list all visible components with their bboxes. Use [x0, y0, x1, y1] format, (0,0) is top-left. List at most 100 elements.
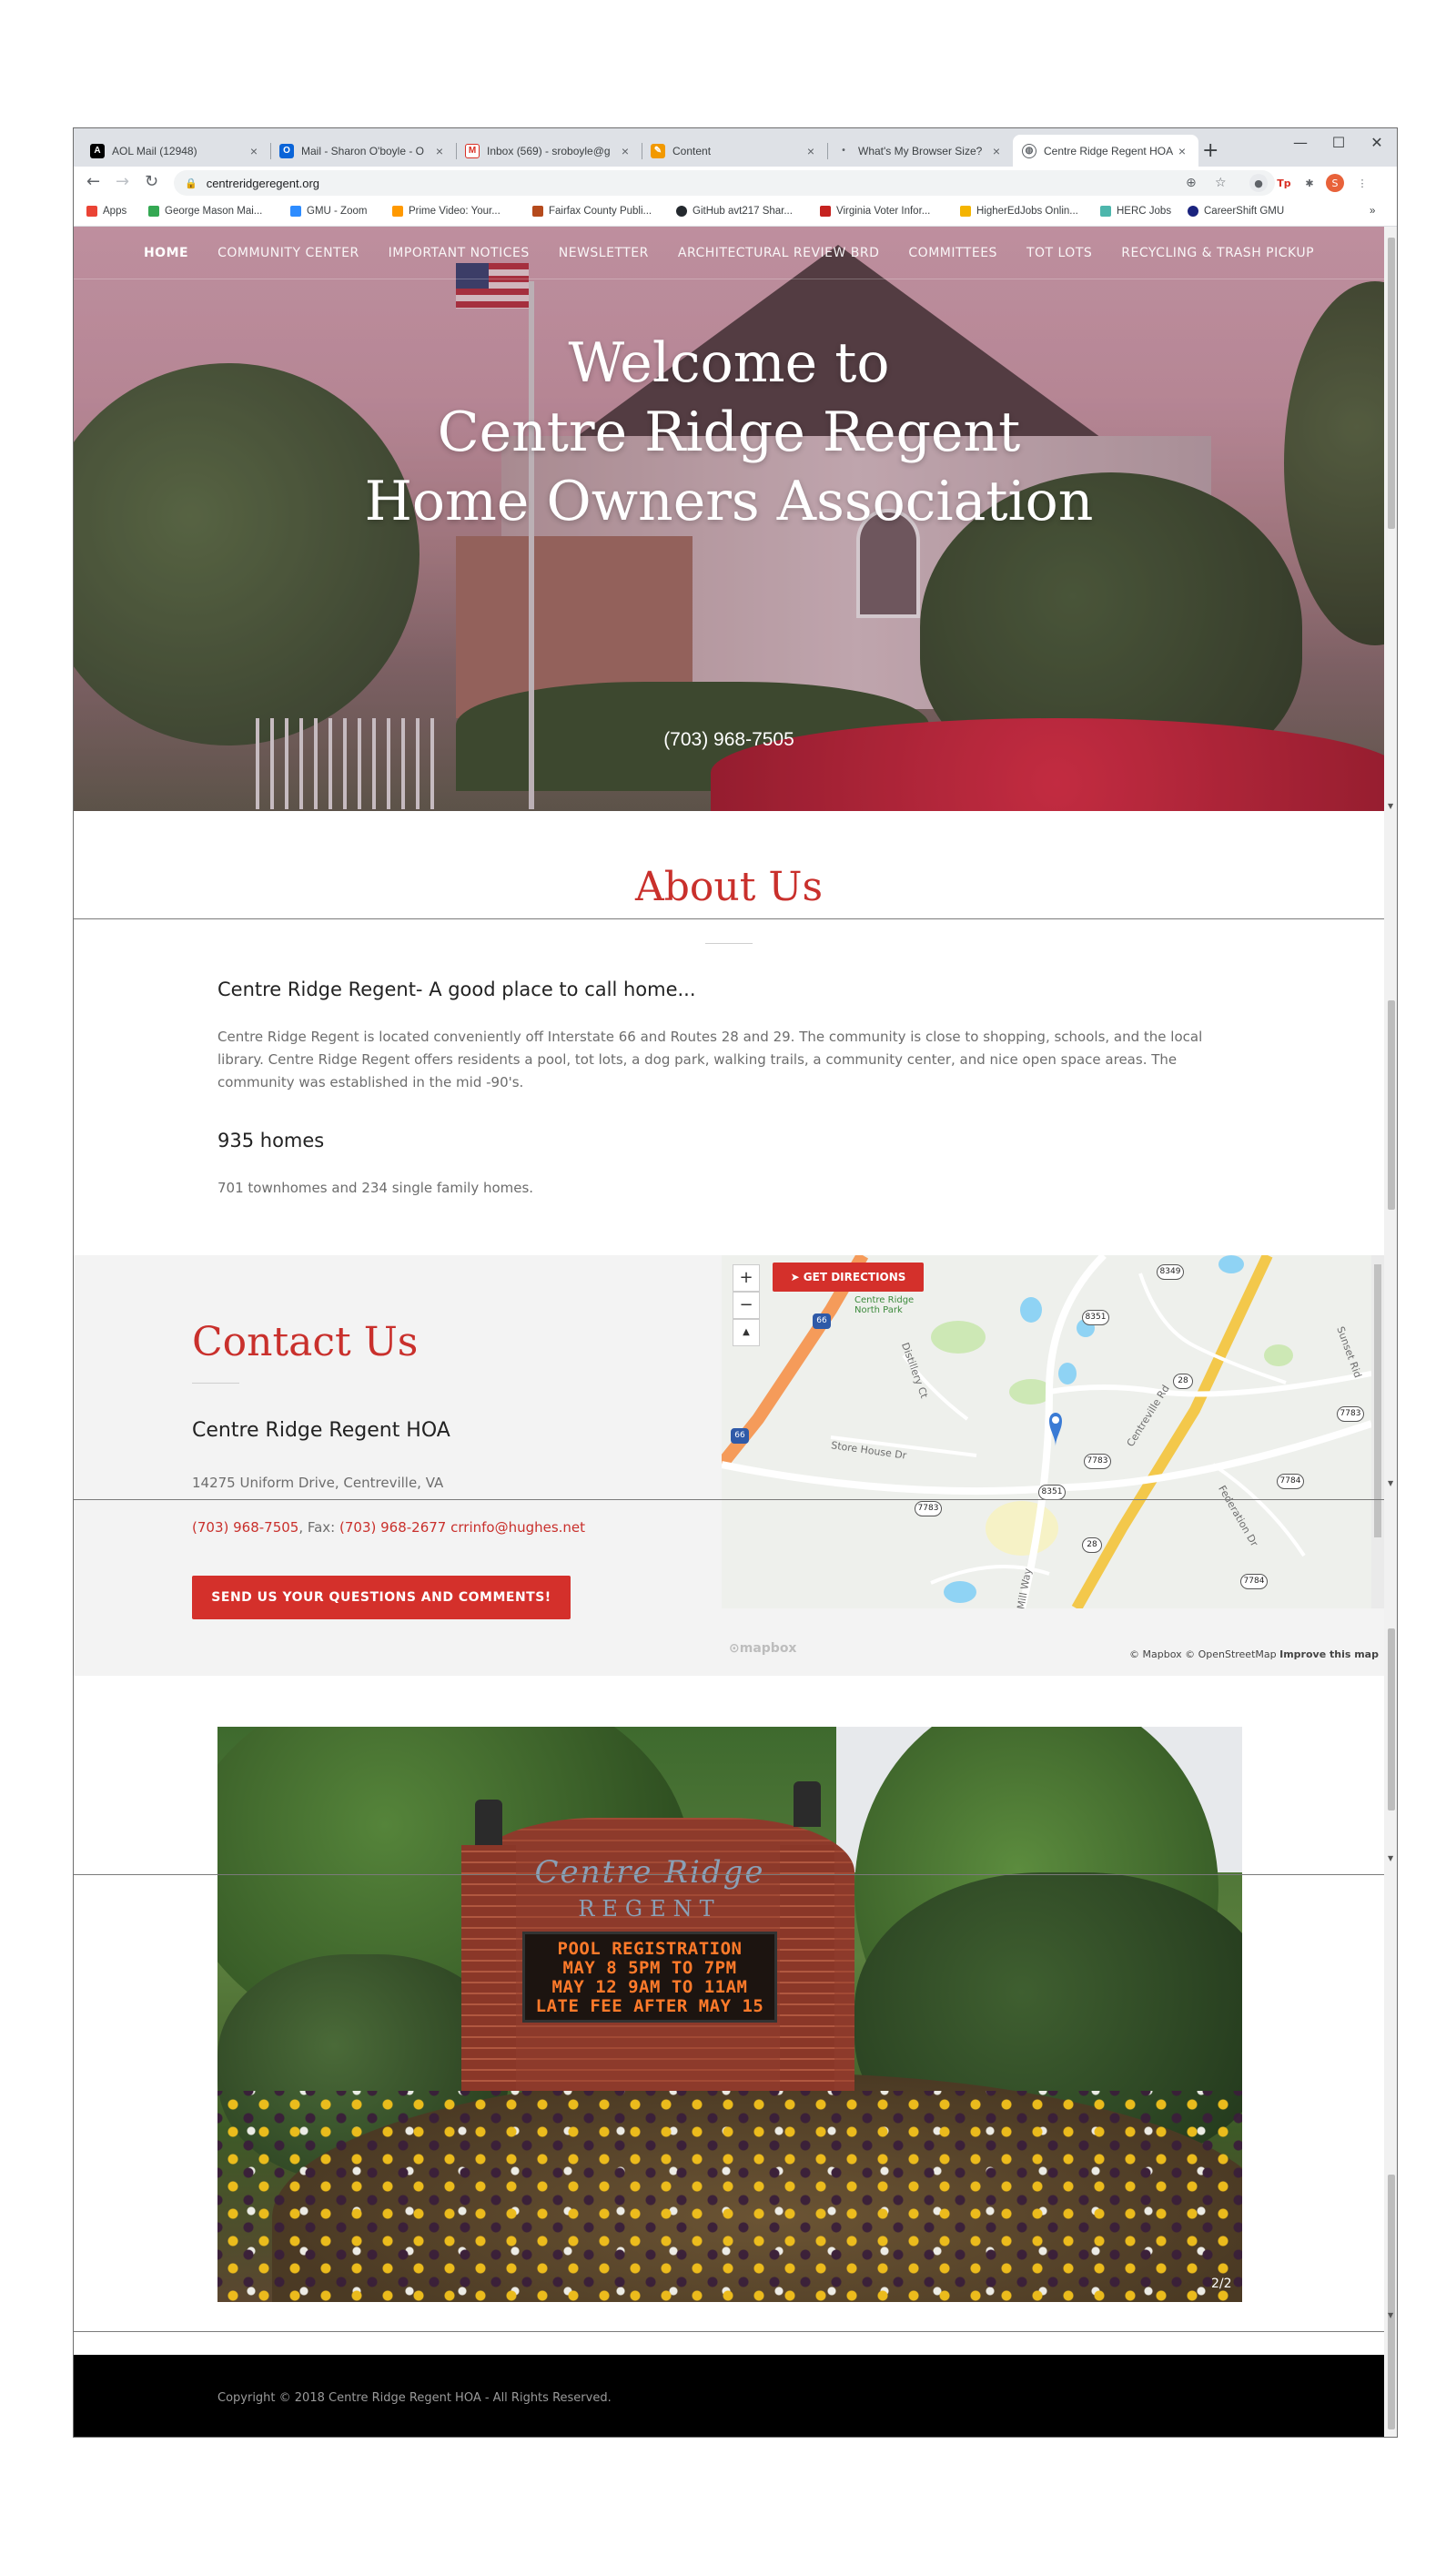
hero-section: HOME COMMUNITY CENTER IMPORTANT NOTICES … — [74, 227, 1384, 811]
close-tab-icon[interactable]: × — [804, 144, 818, 158]
map-attribution-text[interactable]: © Mapbox © OpenStreetMap — [1129, 1648, 1277, 1660]
fcps-icon — [532, 206, 543, 217]
scroll-down-arrow-icon[interactable]: ▼ — [1388, 802, 1393, 810]
map-scrollbar[interactable] — [1371, 1255, 1384, 1608]
bookmark-higheredjobs[interactable]: HigherEdJobs Onlin... — [960, 206, 1078, 217]
tab-gmail-inbox[interactable]: M Inbox (569) - sroboyle@g × — [456, 135, 642, 167]
page-scrollbar[interactable]: ▼ ▼ ▼ ▼ — [1384, 227, 1397, 2437]
bookmark-zoom[interactable]: GMU - Zoom — [290, 206, 367, 217]
about-description: Centre Ridge Regent is located convenien… — [217, 1029, 1203, 1090]
section-divider — [192, 1383, 239, 1384]
scroll-down-arrow-icon[interactable]: ▼ — [1388, 1479, 1393, 1487]
maximize-icon[interactable]: ☐ — [1320, 134, 1357, 151]
bookmark-github[interactable]: GitHub avt217 Shar... — [676, 206, 793, 217]
bookmark-gmu-mail[interactable]: George Mason Mai... — [148, 206, 262, 217]
led-line: MAY 8 5PM TO 7PM — [562, 1958, 737, 1978]
nav-home[interactable]: HOME — [129, 246, 203, 260]
scrollbar-thumb[interactable] — [1388, 1000, 1395, 1210]
new-tab-button[interactable]: + — [1202, 139, 1218, 162]
install-icon[interactable]: ⊕ — [1186, 176, 1197, 190]
bookmark-apps[interactable]: Apps — [86, 206, 126, 217]
screenshot-seam-divider — [74, 1499, 1384, 1500]
map-area-sand — [986, 1501, 1058, 1556]
led-line: POOL REGISTRATION — [557, 1939, 743, 1959]
reload-icon[interactable]: ↻ — [145, 172, 158, 191]
close-tab-icon[interactable]: × — [989, 144, 1004, 158]
close-tab-icon[interactable]: × — [432, 144, 447, 158]
virginia-icon — [820, 206, 831, 217]
nav-community-center[interactable]: COMMUNITY CENTER — [203, 246, 374, 260]
map-pond — [1058, 1363, 1077, 1384]
zoom-in-button[interactable]: + — [733, 1264, 760, 1292]
contact-phone-link[interactable]: (703) 968-7505 — [192, 1519, 298, 1536]
tab-aol-mail[interactable]: A AOL Mail (12948) × — [81, 135, 270, 167]
tab-outlook-mail[interactable]: O Mail - Sharon O'boyle - O × — [270, 135, 456, 167]
close-window-icon[interactable]: ✕ — [1359, 134, 1395, 151]
bookmark-label: Virginia Voter Infor... — [836, 206, 931, 217]
bookmark-fairfax[interactable]: Fairfax County Publi... — [532, 206, 652, 217]
hero-title-line: Welcome to — [568, 331, 890, 395]
bookmarks-overflow-icon[interactable]: » — [1370, 206, 1375, 217]
improve-map-link[interactable]: Improve this map — [1279, 1648, 1379, 1660]
scrollbar-thumb[interactable] — [1388, 1628, 1395, 1810]
photo-slider[interactable]: Centre Ridge REGENT POOL REGISTRATION MA… — [217, 1727, 1242, 2302]
bookmark-herc-jobs[interactable]: HERC Jobs — [1100, 206, 1171, 217]
dot-icon: • — [842, 146, 845, 156]
fax-label: , Fax: — [298, 1519, 340, 1536]
nav-recycling[interactable]: RECYCLING & TRASH PICKUP — [1107, 246, 1329, 260]
higheredjobs-icon — [960, 206, 971, 217]
contact-address: 14275 Uniform Drive, Centreville, VA — [192, 1475, 444, 1491]
avatar[interactable]: S — [1326, 174, 1344, 192]
extension-circle-icon[interactable]: ● — [1249, 174, 1268, 192]
tab-title: Mail - Sharon O'boyle - O — [301, 144, 425, 157]
nav-tot-lots[interactable]: TOT LOTS — [1012, 246, 1107, 260]
homes-detail: 701 townhomes and 234 single family home… — [217, 1180, 534, 1196]
contact-email-link[interactable]: crrinfo@hughes.net — [450, 1519, 585, 1536]
get-directions-button[interactable]: ➤ GET DIRECTIONS — [773, 1263, 924, 1292]
zoom-out-button[interactable]: − — [733, 1292, 760, 1319]
bookmark-virginia-voter[interactable]: Virginia Voter Infor... — [820, 206, 930, 217]
scrollbar-thumb[interactable] — [1388, 2175, 1395, 2429]
herc-icon — [1100, 206, 1111, 217]
tab-content[interactable]: ✎ Content × — [642, 135, 827, 167]
nav-committees[interactable]: COMMITTEES — [894, 246, 1012, 260]
map-widget[interactable]: + − ▲ ➤ GET DIRECTIONS Centre Ridge Nort… — [722, 1255, 1371, 1608]
zoom-icon — [290, 206, 301, 217]
contact-title: Contact Us — [192, 1319, 419, 1365]
route-shield: 7784 — [1240, 1574, 1268, 1589]
bookmark-careershift[interactable]: CareerShift GMU — [1188, 206, 1284, 217]
back-arrow-icon[interactable]: ← — [86, 172, 100, 191]
address-bar[interactable]: 🔒 centreridgeregent.org — [174, 170, 1275, 196]
github-icon — [676, 206, 687, 217]
hero-phone[interactable]: (703) 968-7505 — [74, 729, 1384, 751]
mapbox-logo-text: mapbox — [739, 1641, 797, 1656]
minimize-icon[interactable]: — — [1282, 134, 1319, 151]
tab-centre-ridge[interactable]: ◍ Centre Ridge Regent HOA × — [1013, 135, 1198, 167]
bookmark-prime-video[interactable]: Prime Video: Your... — [392, 206, 500, 217]
extension-tp-icon[interactable]: Tp — [1275, 174, 1293, 192]
scrollbar-thumb[interactable] — [1388, 238, 1395, 529]
contact-section: Contact Us Centre Ridge Regent HOA 14275… — [74, 1255, 1384, 1676]
send-questions-button[interactable]: SEND US YOUR QUESTIONS AND COMMENTS! — [192, 1576, 571, 1619]
nav-newsletter[interactable]: NEWSLETTER — [544, 246, 663, 260]
puzzle-icon[interactable]: ✱ — [1300, 174, 1319, 192]
map-scrollbar-thumb[interactable] — [1374, 1264, 1381, 1537]
tab-browser-size[interactable]: • What's My Browser Size? × — [827, 135, 1013, 167]
menu-dots-icon[interactable]: ⋮ — [1353, 174, 1371, 192]
scroll-down-arrow-icon[interactable]: ▼ — [1388, 2311, 1393, 2319]
bookmark-star-icon[interactable]: ☆ — [1215, 176, 1227, 190]
close-tab-icon[interactable]: × — [1175, 144, 1189, 158]
close-tab-icon[interactable]: × — [618, 144, 632, 158]
route-shield: 8349 — [1157, 1264, 1184, 1280]
close-tab-icon[interactable]: × — [247, 144, 261, 158]
forward-arrow-icon[interactable]: → — [116, 172, 129, 191]
contact-fax-link[interactable]: (703) 968-2677 — [339, 1519, 446, 1536]
bookmark-label: Apps — [103, 206, 127, 217]
scroll-down-arrow-icon[interactable]: ▼ — [1388, 1854, 1393, 1862]
mapbox-logo[interactable]: ⊙mapbox — [729, 1641, 796, 1656]
compass-icon[interactable]: ▲ — [733, 1319, 760, 1346]
nav-architectural-review[interactable]: ARCHITECTURAL REVIEW BRD — [663, 246, 895, 260]
nav-important-notices[interactable]: IMPORTANT NOTICES — [374, 246, 544, 260]
route-shield: 7783 — [1084, 1454, 1111, 1469]
browser-window: A AOL Mail (12948) × O Mail - Sharon O'b… — [73, 127, 1398, 2438]
